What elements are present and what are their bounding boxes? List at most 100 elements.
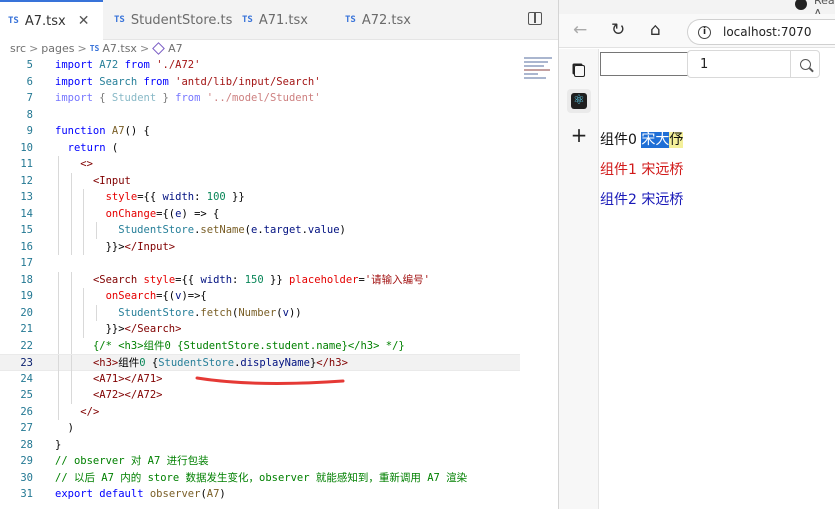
reload-icon[interactable]: ↻ [611,20,625,40]
line-number: 22 [20,339,33,352]
line-number: 17 [20,257,33,269]
info-icon[interactable]: i [698,25,711,39]
code-line[interactable]: 24 <A71></A71> [0,370,520,387]
browser-window: React A ← ↻ ⌂ i localhost:7070 ⚛ + 组件0 宋… [558,0,835,509]
line-number: 24 [20,372,33,385]
code-text: // 以后 A7 内的 store 数据发生变化，observer 就能感知到，… [55,471,468,484]
home-icon[interactable]: ⌂ [650,20,661,40]
code-line[interactable]: 8 [0,107,520,124]
code-line[interactable]: 7 import { Student } from '../model/Stude… [0,90,520,107]
tab-a72[interactable]: TS A72.tsx [345,0,440,40]
app-favicon-icon [795,0,807,10]
breadcrumb-separator: > [139,41,150,55]
line-number: 26 [20,405,33,418]
code-line[interactable]: 16 }}></Input> [0,238,520,255]
code-line[interactable]: 28} [0,437,520,454]
code-text: <Search style={{ width: 150 }} placehold… [92,273,430,286]
code-line[interactable]: 20 StudentStore.fetch(Number(v)) [0,304,520,321]
line-number: 16 [20,240,33,253]
component2-heading: 组件2 宋远桥 [600,192,684,208]
tab-a7[interactable]: TS A7.tsx ✕ [0,0,103,40]
breadcrumb-item[interactable]: A7.tsx [102,42,137,55]
breadcrumb-separator: > [29,41,39,55]
typescript-icon: TS [8,16,19,26]
code-line[interactable]: 5 import A72 from './A72' [0,57,520,74]
code-text: import Search from 'antd/lib/input/Searc… [55,75,321,88]
back-arrow-icon[interactable]: ← [573,20,587,40]
code-line[interactable]: 12 <Input [0,172,520,189]
close-icon[interactable]: ✕ [78,13,90,29]
line-number: 7 [26,92,33,104]
code-line[interactable]: 30 // 以后 A7 内的 store 数据发生变化，observer 就能感知… [0,470,520,487]
code-area[interactable]: 5 import A72 from './A72' 6 import Search f… [0,57,520,503]
code-text: import { Student } from '../model/Studen… [55,92,321,104]
code-line[interactable]: 31 export default observer(A7) [0,486,520,503]
typescript-icon: TS [89,43,100,53]
code-text: <> [80,158,93,170]
code-line[interactable]: 27 ) [0,420,520,437]
line-number: 19 [20,290,33,302]
search-button[interactable] [790,50,820,78]
split-editor-icon[interactable] [528,12,542,25]
code-line[interactable]: 26 </> [0,403,520,420]
code-line[interactable]: 14 onChange={(e) => { [0,205,520,222]
tab-studentstore[interactable]: TS StudentStore.ts [110,0,235,40]
code-text: StudentStore.setName(e.target.value) [118,224,346,236]
code-text: ) [55,422,74,434]
tab-label: A7.tsx [24,13,66,29]
code-text: }}></Search> [55,323,182,335]
breadcrumb-item[interactable]: pages [41,42,74,55]
code-line[interactable]: 15 StudentStore.setName(e.target.value) [0,222,520,239]
code-editor[interactable]: TS A7.tsx ✕ TS StudentStore.ts TS A71.ts… [0,0,558,509]
minimap[interactable] [524,57,556,97]
symbol-function-icon [152,41,166,55]
code-line[interactable]: 11 <> [0,156,520,173]
add-icon[interactable]: + [567,123,591,147]
tab-label: StudentStore.ts [130,12,233,28]
component1-heading: 组件1 宋远桥 [600,162,684,178]
code-line[interactable]: 23 <h3>组件0 {StudentStore.displayName}</h… [0,354,520,372]
ime-cursor-char: 伃 [669,132,684,148]
tab-label: A72.tsx [361,12,411,28]
code-line[interactable]: 6 import Search from 'antd/lib/input/Sear… [0,74,520,91]
line-number: 18 [20,273,33,286]
code-line[interactable]: 29 // observer 对 A7 进行包装 [0,453,520,470]
search-input[interactable] [687,50,790,78]
code-line[interactable]: 18 <Search style={{ width: 150 }} placeh… [0,271,520,288]
tab-a71[interactable]: TS A71.tsx [242,0,337,40]
selected-text: 宋大 [641,132,670,148]
name-input[interactable] [600,52,700,76]
breadcrumb-separator: > [77,41,87,55]
line-number: 9 [26,125,33,137]
react-glyph: ⚛ [571,93,587,109]
address-bar[interactable]: i localhost:7070 [687,19,835,45]
code-line[interactable]: 13 style={{ width: 100 }} [0,189,520,206]
collections-icon[interactable] [567,59,591,83]
code-line[interactable]: 19 onSearch={(v)=>{ [0,288,520,305]
breadcrumb-item[interactable]: A7 [168,42,183,55]
code-text: // observer 对 A7 进行包装 [55,455,209,467]
code-line[interactable]: 22 {/* <h3>组件0 {StudentStore.student.nam… [0,337,520,354]
line-number: 30 [20,471,33,484]
breadcrumb-item[interactable]: src [10,42,26,55]
editor-tab-bar: TS A7.tsx ✕ TS StudentStore.ts TS A71.ts… [0,0,558,40]
line-number: 15 [20,224,33,236]
browser-sidebar: ⚛ + [559,49,599,509]
code-line[interactable]: 17 [0,255,520,272]
code-line[interactable]: 9 function A7() { [0,123,520,140]
code-line[interactable]: 10 return ( [0,140,520,157]
breadcrumb: src > pages > TS A7.tsx > A7 [0,40,558,56]
code-text: </> [80,405,100,418]
search-box [687,50,835,78]
code-text: <h3>组件0 {StudentStore.displayName}</h3> [92,357,348,369]
code-text: <Input [92,174,131,187]
typescript-icon: TS [345,15,356,25]
line-number: 21 [20,323,33,335]
react-devtools-icon[interactable]: ⚛ [567,89,591,113]
line-number: 27 [20,422,33,434]
code-line[interactable]: 25 <A72></A72> [0,387,520,404]
code-text: StudentStore.fetch(Number(v)) [118,306,302,319]
line-number: 5 [26,59,33,71]
code-line[interactable]: 21 }}></Search> [0,321,520,338]
address-text: localhost:7070 [723,25,812,39]
